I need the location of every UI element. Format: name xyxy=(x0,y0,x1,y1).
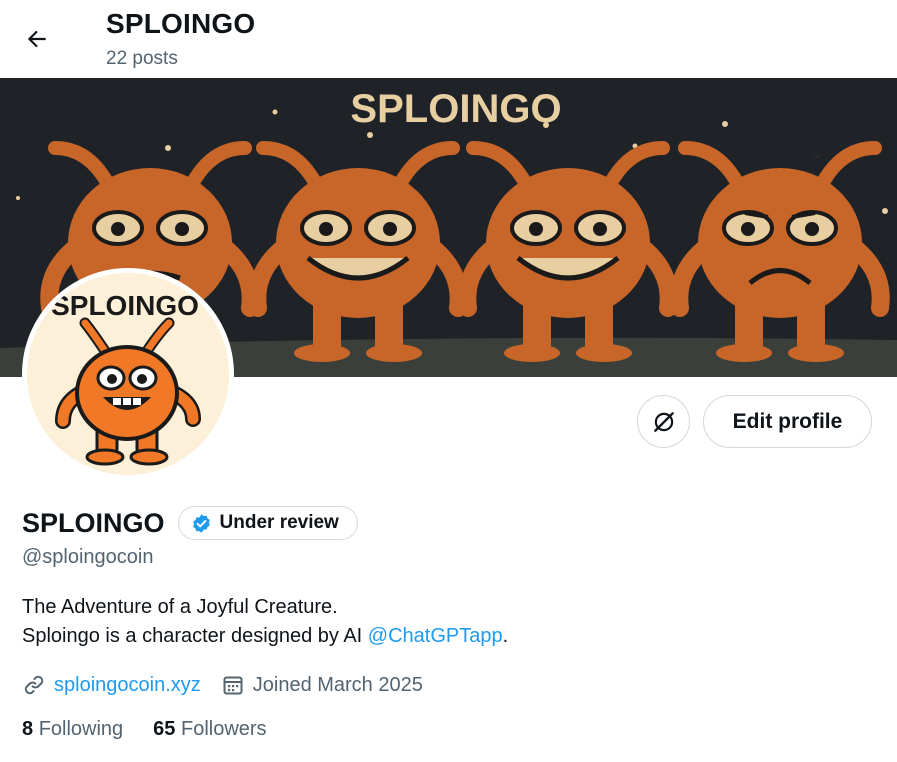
bio-line-1: The Adventure of a Joyful Creature. xyxy=(22,596,338,618)
posts-count: 22 posts xyxy=(106,48,178,69)
following-label: Following xyxy=(38,718,124,740)
bio-period: . xyxy=(502,625,509,647)
arrow-left-icon xyxy=(27,30,46,48)
followers-count: 65 xyxy=(153,718,176,740)
back-button[interactable] xyxy=(16,20,58,58)
under-review-badge[interactable]: Under review xyxy=(177,506,358,540)
badge-label: Under review xyxy=(219,512,339,533)
website-item: sploingocoin.xyz xyxy=(22,673,201,697)
bio-line-2: Sploingo is a character designed by AI @… xyxy=(22,622,508,651)
bio-mention-link[interactable]: @ChatGPTapp xyxy=(368,625,503,647)
calendar-icon xyxy=(221,673,245,697)
joined-date: Joined March 2025 xyxy=(252,673,423,696)
edit-profile-button[interactable]: Edit profile xyxy=(703,395,872,448)
banner-title: SPLOINGO xyxy=(350,87,561,131)
avatar[interactable]: SPLOINGO xyxy=(22,268,234,480)
page-title: SPLOINGO xyxy=(106,8,256,39)
link-icon xyxy=(22,673,46,697)
avatar-text: SPLOINGO xyxy=(51,290,199,321)
top-bar: SPLOINGO 22 posts xyxy=(0,0,897,78)
following-link[interactable]: 8 Following xyxy=(22,718,123,741)
profile-stats: 8 Following 65 Followers xyxy=(22,718,297,741)
joined-item: Joined March 2025 xyxy=(221,673,423,697)
bio-text: Sploingo is a character designed by AI xyxy=(22,625,368,647)
following-count: 8 xyxy=(22,718,34,740)
followers-label: Followers xyxy=(180,718,267,740)
followers-link[interactable]: 65 Followers xyxy=(153,718,266,741)
profile-bio: The Adventure of a Joyful Creature. Splo… xyxy=(22,593,508,651)
name-row: SPLOINGO Under review xyxy=(22,504,358,542)
avatar-image: SPLOINGO xyxy=(27,273,229,475)
profile-name: SPLOINGO xyxy=(22,507,165,538)
verified-check-icon xyxy=(191,513,212,534)
profile-meta: sploingocoin.xyz Joined March 2025 xyxy=(22,670,443,700)
no-signal-icon xyxy=(653,411,674,432)
website-link[interactable]: sploingocoin.xyz xyxy=(54,674,201,697)
profile-handle: @sploingocoin xyxy=(22,546,154,568)
no-signal-button[interactable] xyxy=(637,395,690,448)
